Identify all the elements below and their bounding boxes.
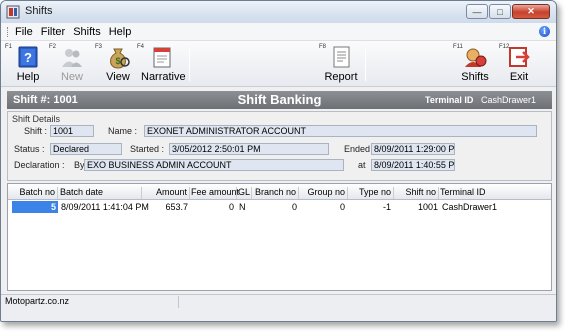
terminal-id-label: Terminal ID — [425, 95, 474, 105]
shift-field[interactable]: 1001 — [50, 125, 94, 137]
shifts-button[interactable]: F11 Shifts — [453, 43, 493, 85]
view-button[interactable]: F3 $ View — [95, 43, 137, 85]
batch-table[interactable]: Batch no Batch date Amount Fee amount GL… — [7, 183, 552, 291]
toolbar-separator — [189, 47, 190, 81]
cell-amount[interactable]: 653.7 — [142, 201, 188, 213]
status-text: Motopartz.co.nz — [3, 296, 179, 308]
narrative-button[interactable]: F4 Narrative — [137, 43, 186, 85]
minimize-button[interactable]: — — [466, 4, 488, 19]
narrative-label: Narrative — [141, 71, 186, 83]
cell-gl[interactable]: N — [239, 201, 251, 213]
cell-batch-no[interactable]: 5 — [12, 201, 58, 213]
narrative-fkey: F4 — [137, 44, 145, 50]
table-header: Batch no Batch date Amount Fee amount GL… — [8, 184, 551, 200]
report-fkey: F8 — [319, 44, 327, 50]
new-label: New — [60, 71, 83, 83]
declaration-label: Declaration : — [14, 160, 65, 170]
menu-grip — [7, 26, 10, 37]
cell-group-no[interactable]: 0 — [300, 201, 345, 213]
col-fee-amount[interactable]: Fee amount — [191, 187, 239, 199]
view-fkey: F3 — [95, 44, 103, 50]
shift-details-title: Shift Details — [12, 114, 61, 124]
name-field[interactable]: EXONET ADMINISTRATOR ACCOUNT — [144, 125, 537, 137]
started-label: Started : — [130, 144, 165, 154]
exit-icon — [509, 47, 530, 67]
ended-field[interactable]: 8/09/2011 1:29:00 PM — [371, 143, 455, 155]
table-row[interactable]: 5 8/09/2011 1:41:04 PM 653.7 0 N 0 0 -1 … — [8, 201, 551, 213]
cell-terminal-id[interactable]: CashDrawer1 — [442, 201, 512, 213]
shifts-label: Shifts — [461, 71, 489, 83]
shifts-window: Shifts — □ ✕ File Filter Shifts Help i F… — [0, 0, 557, 322]
money-bag-icon: $ — [110, 48, 130, 69]
help-book-icon: ? — [18, 46, 38, 68]
toolbar: F1 ? Help F2 New F3 $ View F4 Narrative … — [1, 41, 556, 87]
status-label: Status : — [14, 144, 45, 154]
svg-text:?: ? — [24, 50, 32, 65]
declared-by-field[interactable]: EXO BUSINESS ADMIN ACCOUNT — [84, 159, 344, 171]
col-gl[interactable]: GL — [238, 187, 252, 199]
shift-details-group: Shift Details Shift : 1001 Name : EXONET… — [7, 111, 552, 181]
started-field[interactable]: 3/05/2012 2:50:01 PM — [169, 143, 329, 155]
by-label: By — [74, 160, 85, 170]
status-bar-bottom — [1, 308, 556, 321]
report-icon — [333, 46, 350, 68]
cell-shift-no[interactable]: 1001 — [395, 201, 438, 213]
shifts-fkey: F11 — [453, 44, 463, 50]
col-batch-no[interactable]: Batch no — [10, 187, 58, 199]
at-label: at — [358, 160, 366, 170]
note-icon — [153, 47, 171, 68]
col-shift-no[interactable]: Shift no — [395, 187, 439, 199]
menu-bar: File Filter Shifts Help i — [1, 23, 556, 41]
help-label: Help — [16, 71, 40, 83]
minimize-icon: — — [472, 6, 482, 17]
new-button[interactable]: F2 New — [49, 43, 91, 85]
col-batch-date[interactable]: Batch date — [60, 187, 142, 199]
menu-shifts[interactable]: Shifts — [73, 26, 101, 38]
ended-label: Ended — [344, 144, 371, 154]
svg-text:$: $ — [115, 56, 120, 66]
cell-batch-date[interactable]: 8/09/2011 1:41:04 PM — [61, 201, 149, 213]
col-terminal-id[interactable]: Terminal ID — [440, 187, 510, 199]
cell-fee-amount[interactable]: 0 — [191, 201, 234, 213]
app-icon — [6, 5, 20, 19]
report-button[interactable]: F8 Report — [319, 43, 359, 85]
shift-label: Shift : — [24, 126, 48, 136]
col-group-no[interactable]: Group no — [300, 187, 348, 199]
terminal-id-value: CashDrawer1 — [481, 95, 537, 105]
new-fkey: F2 — [49, 44, 57, 50]
help-fkey: F1 — [5, 44, 13, 50]
window-title: Shifts — [25, 5, 53, 17]
exit-button[interactable]: F12 Exit — [499, 43, 535, 85]
declared-at-field[interactable]: 8/09/2011 1:40:55 PM — [371, 159, 455, 171]
col-amount[interactable]: Amount — [142, 187, 190, 199]
info-icon[interactable]: i — [539, 26, 550, 37]
status-field[interactable]: Declared — [50, 143, 122, 155]
view-label: View — [106, 71, 130, 83]
help-button[interactable]: F1 ? Help — [5, 43, 47, 85]
shifts-icon — [465, 48, 487, 67]
menu-file[interactable]: File — [15, 26, 33, 38]
close-button[interactable]: ✕ — [512, 4, 550, 19]
close-icon: ✕ — [527, 6, 535, 16]
cell-branch-no[interactable]: 0 — [253, 201, 297, 213]
menu-help[interactable]: Help — [109, 26, 132, 38]
maximize-icon: □ — [497, 6, 503, 17]
menu-filter[interactable]: Filter — [41, 26, 65, 38]
people-icon — [62, 49, 82, 67]
status-bar: Motopartz.co.nz — [1, 294, 556, 308]
exit-label: Exit — [509, 71, 529, 83]
cell-type-no[interactable]: -1 — [349, 201, 391, 213]
header-band: Shift #: 1001 Shift Banking Terminal ID … — [7, 91, 552, 109]
title-bar: Shifts — □ ✕ — [1, 1, 556, 23]
col-branch-no[interactable]: Branch no — [253, 187, 299, 199]
toolbar-separator — [365, 47, 366, 81]
maximize-button[interactable]: □ — [489, 4, 511, 19]
col-type-no[interactable]: Type no — [349, 187, 394, 199]
report-label: Report — [324, 71, 358, 83]
exit-fkey: F12 — [499, 44, 510, 50]
name-label: Name : — [108, 126, 138, 136]
window-controls: — □ ✕ — [465, 4, 550, 19]
